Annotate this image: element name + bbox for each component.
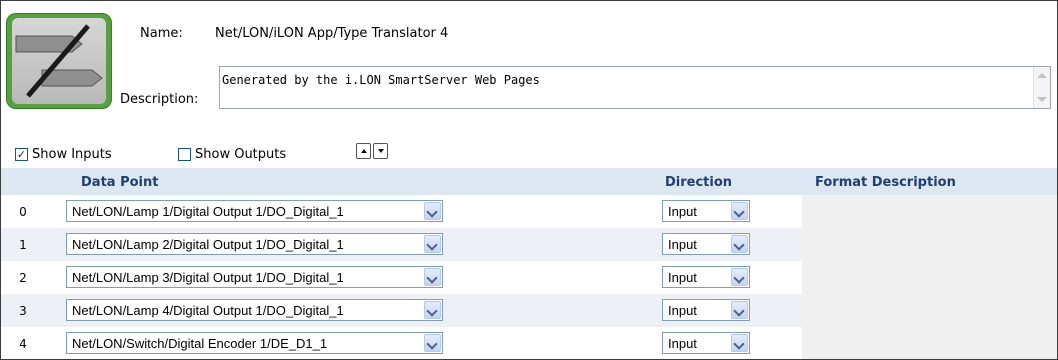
direction-value: Input: [668, 237, 697, 252]
description-field[interactable]: Generated by the i.LON SmartServer Web P…: [219, 66, 1051, 109]
show-outputs-toggle[interactable]: Show Outputs: [178, 147, 286, 162]
chevron-down-icon[interactable]: [424, 202, 441, 220]
chevron-down-icon[interactable]: [731, 301, 748, 319]
format-description-cell: [802, 294, 1057, 327]
table-row[interactable]: 3 Net/LON/Lamp 4/Digital Output 1/DO_Dig…: [1, 294, 1057, 327]
data-point-select[interactable]: Net/LON/Switch/Digital Encoder 1/DE_D1_1: [66, 332, 443, 354]
format-description-cell: [802, 228, 1057, 261]
name-label: Name:: [140, 26, 183, 41]
show-outputs-checkbox[interactable]: [178, 148, 191, 161]
direction-value: Input: [668, 270, 697, 285]
show-inputs-label: Show Inputs: [32, 147, 112, 162]
data-point-select[interactable]: Net/LON/Lamp 4/Digital Output 1/DO_Digit…: [66, 299, 443, 321]
chevron-down-icon[interactable]: [424, 334, 441, 352]
scroll-up-icon[interactable]: [1037, 73, 1047, 78]
format-description-cell: [802, 327, 1057, 359]
data-point-value: Net/LON/Lamp 2/Digital Output 1/DO_Digit…: [72, 237, 344, 252]
move-up-button[interactable]: [356, 143, 371, 159]
table-row[interactable]: 4 Net/LON/Switch/Digital Encoder 1/DE_D1…: [1, 327, 1057, 359]
row-index: 1: [19, 238, 27, 252]
chevron-down-icon[interactable]: [424, 235, 441, 253]
direction-select[interactable]: Input: [662, 266, 750, 288]
chevron-down-icon[interactable]: [424, 268, 441, 286]
direction-select[interactable]: Input: [662, 299, 750, 321]
data-point-select[interactable]: Net/LON/Lamp 3/Digital Output 1/DO_Digit…: [66, 266, 443, 288]
format-description-cell: [802, 261, 1057, 294]
data-point-value: Net/LON/Lamp 4/Digital Output 1/DO_Digit…: [72, 303, 344, 318]
table-row[interactable]: 0 Net/LON/Lamp 1/Digital Output 1/DO_Dig…: [1, 195, 1057, 228]
direction-select[interactable]: Input: [662, 332, 750, 354]
column-header-data-point[interactable]: Data Point: [81, 175, 158, 190]
data-point-table: Data Point Direction Format Description …: [1, 168, 1057, 359]
direction-value: Input: [668, 204, 697, 219]
table-header: Data Point Direction Format Description: [1, 168, 1057, 195]
direction-value: Input: [668, 336, 697, 351]
chevron-down-icon[interactable]: [731, 268, 748, 286]
column-header-format-description[interactable]: Format Description: [815, 175, 956, 190]
table-row[interactable]: 1 Net/LON/Lamp 2/Digital Output 1/DO_Dig…: [1, 228, 1057, 261]
scroll-down-icon[interactable]: [1037, 97, 1047, 102]
data-point-value: Net/LON/Lamp 1/Digital Output 1/DO_Digit…: [72, 204, 344, 219]
data-point-value: Net/LON/Switch/Digital Encoder 1/DE_D1_1: [72, 336, 328, 351]
show-inputs-checkbox[interactable]: ✓: [15, 148, 28, 161]
row-index: 3: [19, 304, 27, 318]
translator-logo-icon: [6, 13, 112, 109]
direction-value: Input: [668, 303, 697, 318]
description-text: Generated by the i.LON SmartServer Web P…: [222, 73, 540, 87]
data-point-value: Net/LON/Lamp 3/Digital Output 1/DO_Digit…: [72, 270, 344, 285]
direction-select[interactable]: Input: [662, 233, 750, 255]
show-inputs-toggle[interactable]: ✓ Show Inputs: [15, 147, 112, 162]
column-header-direction[interactable]: Direction: [665, 175, 732, 190]
chevron-down-icon[interactable]: [731, 202, 748, 220]
row-index: 4: [19, 337, 27, 351]
chevron-down-icon[interactable]: [731, 235, 748, 253]
show-outputs-label: Show Outputs: [195, 147, 287, 162]
description-label: Description:: [120, 92, 199, 107]
row-index: 2: [19, 271, 27, 285]
format-description-cell: [802, 195, 1057, 228]
move-down-icon: [377, 149, 384, 153]
chevron-down-icon[interactable]: [424, 301, 441, 319]
move-down-button[interactable]: [373, 143, 388, 159]
chevron-down-icon[interactable]: [731, 334, 748, 352]
description-scrollbar[interactable]: [1033, 67, 1050, 108]
row-index: 0: [19, 205, 27, 219]
data-point-select[interactable]: Net/LON/Lamp 2/Digital Output 1/DO_Digit…: [66, 233, 443, 255]
data-point-select[interactable]: Net/LON/Lamp 1/Digital Output 1/DO_Digit…: [66, 200, 443, 222]
translator-panel: Name: Net/LON/iLON App/Type Translator 4…: [0, 0, 1058, 360]
name-value: Net/LON/iLON App/Type Translator 4: [215, 26, 449, 41]
table-row[interactable]: 2 Net/LON/Lamp 3/Digital Output 1/DO_Dig…: [1, 261, 1057, 294]
direction-select[interactable]: Input: [662, 200, 750, 222]
move-up-icon: [360, 149, 367, 153]
